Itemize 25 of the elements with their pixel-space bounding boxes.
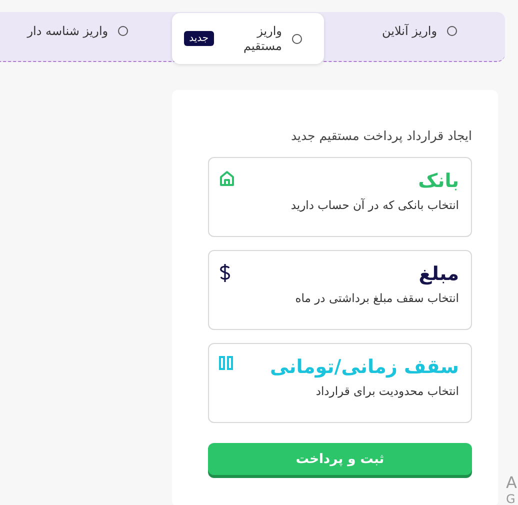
home-icon xyxy=(219,170,235,187)
new-badge: جدید xyxy=(184,31,214,46)
option-title: مبلغ xyxy=(418,263,459,285)
radio-button[interactable] xyxy=(118,26,128,36)
option-card[interactable]: مبلغ انتخاب سقف مبلغ برداشتی در ماه xyxy=(208,250,472,330)
dollar-icon xyxy=(219,263,231,283)
deposit-tab[interactable]: واریز آنلاین xyxy=(366,12,473,50)
option-description: انتخاب بانکی که در آن حساب دارید xyxy=(290,198,459,212)
deposit-tab[interactable]: واریز مستقیم جدید xyxy=(172,13,324,64)
edge-text: G xyxy=(506,492,516,505)
radio-button[interactable] xyxy=(292,34,302,44)
tab-label: واریز شناسه دار xyxy=(27,24,108,38)
option-card[interactable]: سقف زمانی/تومانی انتخاب محدودیت برای قرارداد xyxy=(208,343,472,423)
tab-label: واریز مستقیم xyxy=(244,24,282,54)
deposit-tab[interactable]: واریز شناسه دار xyxy=(11,12,144,50)
option-title: سقف زمانی/تومانی xyxy=(270,356,459,378)
pause-icon xyxy=(219,356,233,370)
option-title: بانک xyxy=(418,170,459,192)
form-title: ایجاد قرارداد پرداخت مستقیم جدید xyxy=(290,128,472,143)
radio-button[interactable] xyxy=(447,26,457,36)
edge-text: A xyxy=(506,474,518,492)
option-card[interactable]: بانک انتخاب بانکی که در آن حساب دارید xyxy=(208,157,472,237)
option-description: انتخاب سقف مبلغ برداشتی در ماه xyxy=(294,291,459,305)
tab-label: واریز آنلاین xyxy=(382,24,437,38)
option-description: انتخاب محدودیت برای قرارداد xyxy=(314,384,459,398)
